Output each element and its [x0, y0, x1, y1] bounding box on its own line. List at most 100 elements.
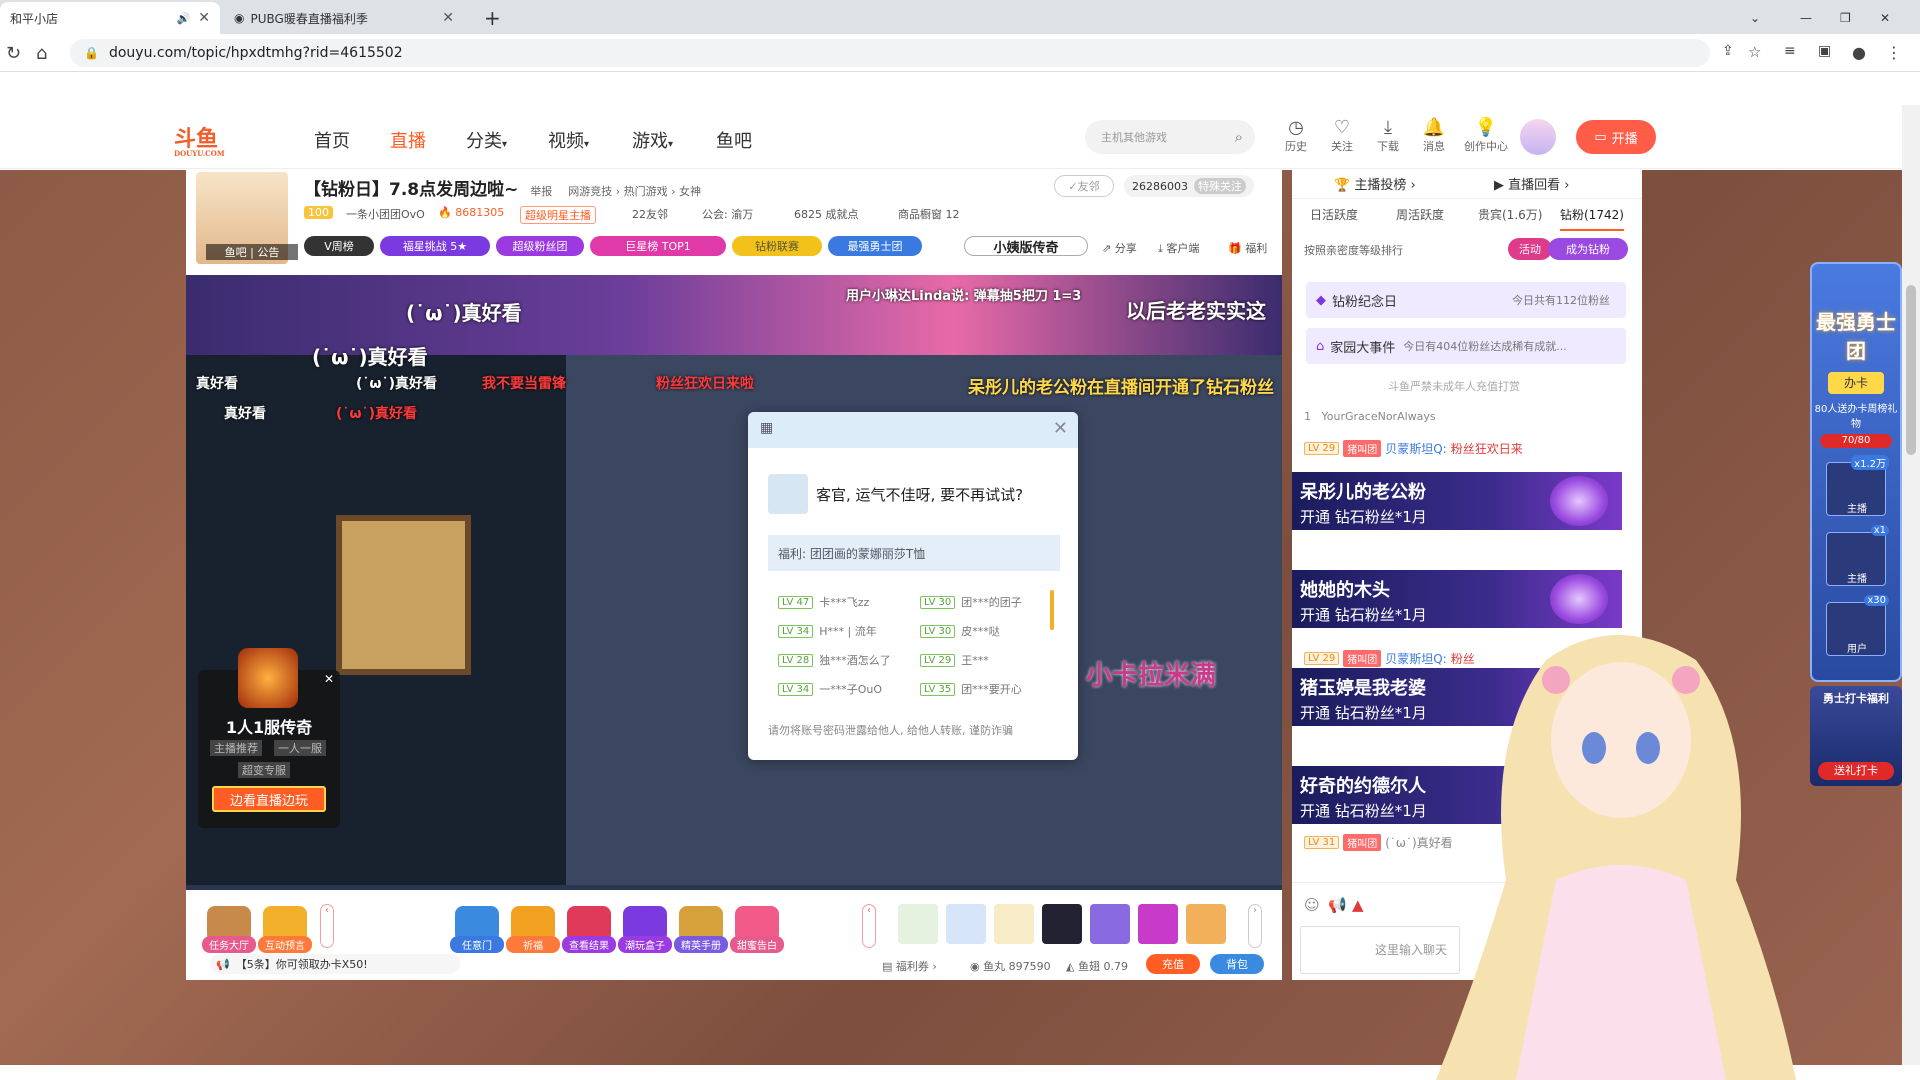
sidepanel-icon[interactable]: ▣: [1818, 43, 1831, 59]
anchor-rank-link[interactable]: 🏆 主播投榜 ›: [1334, 174, 1416, 193]
tab-diamond[interactable]: 钻粉(1742): [1560, 206, 1624, 231]
user-avatar[interactable]: [1520, 119, 1556, 155]
superstar-pill[interactable]: 巨星榜 TOP1: [590, 236, 726, 256]
browser-tab-active[interactable]: 和平小店 🔊 ✕: [0, 2, 220, 34]
fan-badge-icon[interactable]: ▲: [1352, 896, 1364, 914]
list-scrollbar[interactable]: [1050, 590, 1054, 630]
gift-item[interactable]: [898, 904, 938, 944]
menu-icon[interactable]: ⋮: [1886, 43, 1902, 62]
close-icon[interactable]: ✕: [324, 672, 334, 686]
nav-home[interactable]: 首页: [314, 127, 350, 153]
follow-box[interactable]: 26286003 特殊关注: [1124, 175, 1254, 197]
client-button[interactable]: ⤓ 客户端: [1158, 240, 1199, 256]
sweet-confession-button[interactable]: 甜蜜告白: [730, 906, 784, 953]
warrior-team-pill[interactable]: 最强勇士团: [828, 236, 922, 256]
close-icon[interactable]: ✕: [442, 10, 454, 26]
fan-badge[interactable]: 超级明星主播: [520, 206, 596, 224]
anchor-avatar[interactable]: 鱼吧 | 公告: [196, 172, 298, 264]
star-challenge-pill[interactable]: 福星挑战 5★: [380, 236, 490, 256]
close-icon[interactable]: ✕: [198, 10, 210, 26]
url-field[interactable]: 🔒 douyu.com/topic/hpxdtmhg?rid=4615502: [70, 39, 1710, 67]
search-icon[interactable]: ⌕: [1235, 128, 1243, 146]
start-live-button[interactable]: ▭ 开播: [1576, 120, 1656, 154]
share-button[interactable]: ⇗ 分享: [1102, 240, 1137, 256]
profile-icon[interactable]: ●: [1852, 43, 1866, 62]
card-badge[interactable]: 办卡: [1828, 372, 1884, 394]
new-tab-button[interactable]: +: [474, 2, 514, 34]
tab-list-icon[interactable]: ⌄: [1740, 2, 1780, 34]
gift-item[interactable]: [1138, 904, 1178, 944]
toy-box-button[interactable]: 潮玩盒子: [618, 906, 672, 953]
fans-count[interactable]: 22友邻: [632, 206, 668, 222]
portal-button[interactable]: 任意门: [450, 906, 504, 953]
shop-window[interactable]: 商品橱窗 12: [898, 206, 960, 222]
close-icon[interactable]: ✕: [1053, 418, 1068, 439]
special-follow-button[interactable]: 特殊关注: [1194, 178, 1246, 194]
expand-gifts-icon[interactable]: ›: [1248, 904, 1262, 948]
message-button[interactable]: 🔔 消息: [1414, 117, 1454, 154]
play-now-button[interactable]: 边看直播边玩: [212, 786, 326, 812]
welfare-button[interactable]: 🎁 福利: [1228, 240, 1267, 256]
megaphone-icon[interactable]: 📢: [1328, 896, 1347, 914]
diamond-league-pill[interactable]: 钻粉联赛: [732, 236, 822, 256]
scrollbar-thumb[interactable]: [1906, 285, 1916, 455]
douyu-logo[interactable]: 斗鱼 DOUYU.COM: [174, 121, 225, 158]
reward-item[interactable]: x1.2万 主播: [1826, 455, 1889, 516]
game-ad[interactable]: ✕ 1人1服传奇 主播推荐 一人一服 超变专服 边看直播边玩: [198, 648, 340, 828]
chat-message[interactable]: LV 29 猪叫团 贝蒙斯坦Q: 粉丝狂欢日来: [1304, 440, 1523, 457]
share-icon[interactable]: ⇪: [1722, 43, 1734, 59]
gift-item[interactable]: [1090, 904, 1130, 944]
union-info[interactable]: 公会: 渝万: [702, 206, 753, 222]
recharge-button[interactable]: 充值: [1146, 954, 1200, 974]
download-button[interactable]: ⤓ 下载: [1368, 117, 1408, 154]
elite-handbook-button[interactable]: 精英手册: [674, 906, 728, 953]
video-player[interactable]: 用户小琳达Linda说: 弹幕抽5把刀 1=3 以后老老实实这 (˙ω˙)真好看…: [186, 275, 1282, 890]
reward-item[interactable]: x1 主播: [1826, 525, 1889, 586]
gift-item[interactable]: [1042, 904, 1082, 944]
reading-list-icon[interactable]: ≡: [1784, 43, 1796, 59]
report-link[interactable]: 举报: [530, 185, 552, 198]
avatar-label[interactable]: 鱼吧 | 公告: [206, 244, 298, 260]
reload-icon[interactable]: ↻: [6, 43, 21, 64]
tab-weekly[interactable]: 周活跃度: [1396, 206, 1444, 223]
collapse-left-icon[interactable]: ‹: [320, 904, 334, 948]
minimize-button[interactable]: —: [1790, 2, 1820, 34]
emoji-icon[interactable]: ☺: [1304, 896, 1320, 914]
nav-game[interactable]: 游戏▾: [632, 127, 673, 153]
collapse-left-icon[interactable]: ‹: [862, 904, 876, 948]
anchor-name[interactable]: 一条小团团OvO: [346, 206, 425, 222]
super-fans-pill[interactable]: 超级粉丝团: [496, 236, 584, 256]
search-input[interactable]: 主机其他游戏 ⌕: [1085, 120, 1255, 154]
bookmark-star-icon[interactable]: ☆: [1748, 43, 1761, 61]
gift-item[interactable]: [994, 904, 1034, 944]
nav-video[interactable]: 视频▾: [548, 127, 589, 153]
nav-live[interactable]: 直播: [390, 127, 426, 153]
predict-button[interactable]: 互动预言: [258, 906, 312, 953]
coupon-link[interactable]: ▤ 福利券 ›: [882, 958, 937, 974]
home-icon[interactable]: ⌂: [36, 43, 47, 64]
rank-entry[interactable]: 1 YourGraceNorAlways: [1304, 410, 1436, 423]
history-button[interactable]: ◷ 历史: [1276, 117, 1316, 154]
follow-button[interactable]: ♡ 关注: [1322, 117, 1362, 154]
gift-item[interactable]: [946, 904, 986, 944]
task-hall-button[interactable]: 任务大厅: [202, 906, 256, 953]
game-banner[interactable]: 小姨版传奇: [964, 236, 1088, 256]
weekly-rank-pill[interactable]: V周榜: [304, 236, 374, 256]
window-close-button[interactable]: ✕: [1870, 2, 1900, 34]
view-result-button[interactable]: 查看结果: [562, 906, 616, 953]
speaker-icon[interactable]: 🔊: [177, 12, 191, 25]
browser-tab[interactable]: ◉ PUBG暖春直播福利季 ✕: [224, 2, 464, 34]
pray-button[interactable]: 祈福: [506, 906, 560, 953]
replay-link[interactable]: ▶ 直播回看 ›: [1494, 174, 1570, 193]
tab-daily[interactable]: 日活跃度: [1310, 206, 1358, 223]
achievements[interactable]: 6825 成就点: [794, 206, 859, 222]
nav-fishbar[interactable]: 鱼吧: [716, 127, 752, 153]
activity-button[interactable]: 活动: [1508, 238, 1552, 260]
gift-item[interactable]: [1186, 904, 1226, 944]
page-scrollbar[interactable]: [1902, 105, 1920, 1065]
maximize-button[interactable]: ❐: [1830, 2, 1860, 34]
backpack-button[interactable]: 背包: [1210, 954, 1264, 974]
creator-center-button[interactable]: 💡 创作中心: [1460, 117, 1512, 154]
category-breadcrumb[interactable]: 网游竞技 › 热门游戏 › 女神: [568, 185, 701, 198]
friend-button[interactable]: ✓ 友邻: [1054, 175, 1114, 197]
